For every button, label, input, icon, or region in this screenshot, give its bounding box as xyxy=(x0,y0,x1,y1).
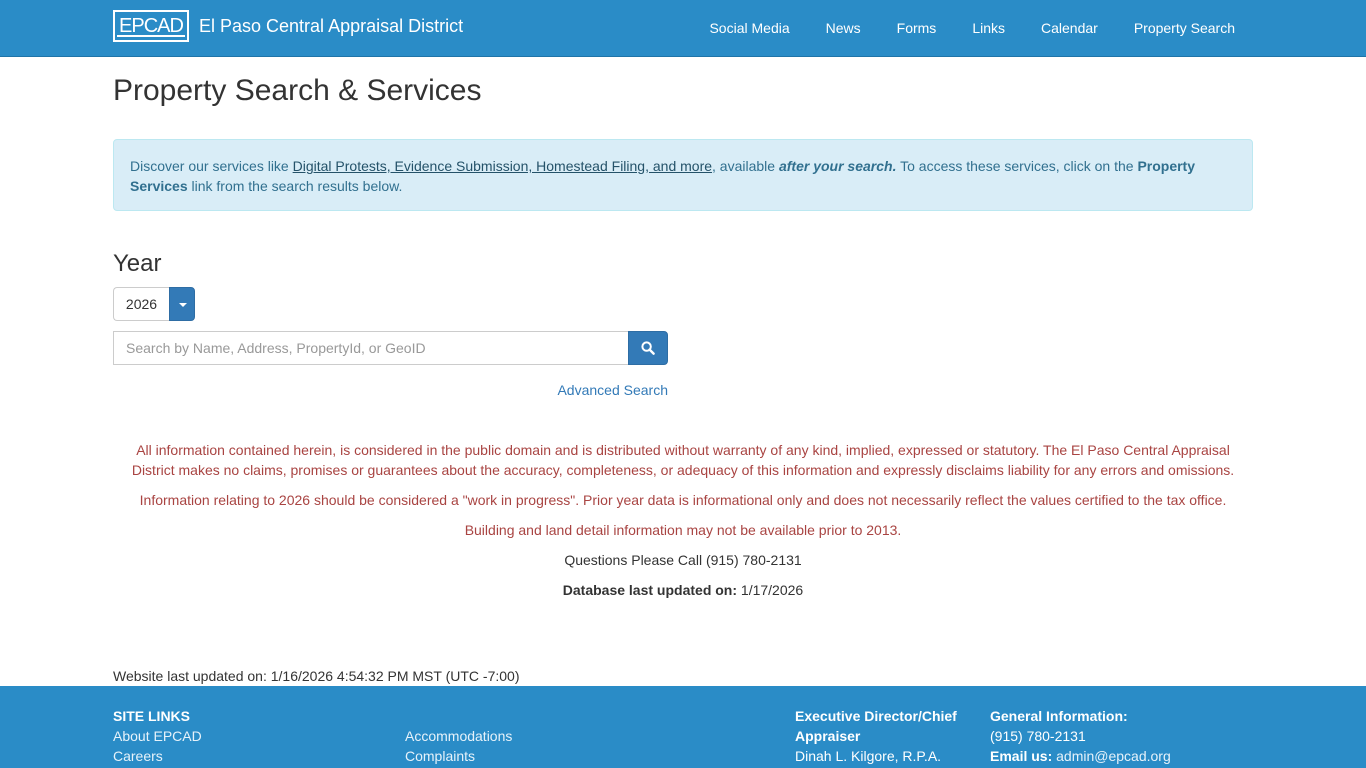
questions-phone: Questions Please Call (915) 780-2131 xyxy=(564,552,802,568)
nav-property-search[interactable]: Property Search xyxy=(1116,0,1253,56)
nav-calendar[interactable]: Calendar xyxy=(1023,0,1116,56)
exec-name: Dinah L. Kilgore, R.P.A. xyxy=(795,748,942,764)
services-info-alert: Discover our services like Digital Prote… xyxy=(113,139,1253,211)
caret-down-icon xyxy=(179,303,187,307)
email-link[interactable]: admin@epcad.org xyxy=(1056,748,1171,764)
nav-links[interactable]: Links xyxy=(954,0,1023,56)
exec-header-1: Executive Director/Chief xyxy=(795,708,957,724)
alert-emphasis: after your search. xyxy=(778,158,897,174)
nav-news[interactable]: News xyxy=(808,0,879,56)
alert-text-4: link from the search results below. xyxy=(187,178,403,194)
footer-link-accommodations[interactable]: Accommodations xyxy=(405,726,512,746)
alert-text-3: To access these services, click on the xyxy=(896,158,1138,174)
site-title: El Paso Central Appraisal District xyxy=(199,15,464,36)
footer-general-info: General Information: (915) 780-2131 Emai… xyxy=(990,706,1171,766)
top-navbar: EPCAD El Paso Central Appraisal District… xyxy=(0,0,1366,57)
db-updated-label: Database last updated on: xyxy=(562,582,738,598)
main-nav: Social Media News Forms Links Calendar P… xyxy=(691,0,1253,56)
footer-link-about[interactable]: About EPCAD xyxy=(113,726,202,746)
nav-social-media[interactable]: Social Media xyxy=(691,0,807,56)
year-value[interactable]: 2026 xyxy=(113,287,169,321)
nav-forms[interactable]: Forms xyxy=(879,0,955,56)
year-select[interactable]: 2026 xyxy=(113,287,195,321)
year-dropdown-button[interactable] xyxy=(169,287,195,321)
building-detail-notice: Building and land detail information may… xyxy=(464,522,902,538)
brand[interactable]: EPCAD El Paso Central Appraisal District xyxy=(113,10,463,42)
logo-text: EPCAD xyxy=(119,15,184,37)
footer-site-links: SITE LINKS About EPCAD Careers xyxy=(113,706,202,766)
general-info-header: General Information: xyxy=(990,708,1128,724)
footer: SITE LINKS About EPCAD Careers Accommoda… xyxy=(0,686,1366,768)
footer-executive: Executive Director/Chief Appraiser Dinah… xyxy=(795,706,957,766)
website-updated: Website last updated on: 1/16/2026 4:54:… xyxy=(113,668,520,684)
page-title: Property Search & Services xyxy=(113,74,482,107)
public-domain-disclaimer: All information contained herein, is con… xyxy=(131,442,1235,478)
email-line: Email us: admin@epcad.org xyxy=(990,746,1171,766)
database-updated: Database last updated on: 1/17/2026 xyxy=(113,580,1253,600)
site-links-header: SITE LINKS xyxy=(113,708,191,724)
alert-text-1: Discover our services like xyxy=(130,158,293,174)
work-in-progress-notice: Information relating to 2026 should be c… xyxy=(139,492,1227,508)
search-icon xyxy=(641,341,655,355)
general-phone: (915) 780-2131 xyxy=(990,728,1086,744)
footer-site-links-col2: Accommodations Complaints xyxy=(405,726,512,766)
services-link[interactable]: Digital Protests, Evidence Submission, H… xyxy=(293,158,712,174)
search-input[interactable] xyxy=(113,331,628,365)
epcad-logo: EPCAD xyxy=(113,10,189,42)
year-label: Year xyxy=(113,250,162,277)
search-group xyxy=(113,331,668,365)
alert-text-2: , available xyxy=(712,158,779,174)
search-button[interactable] xyxy=(628,331,668,365)
db-updated-value: 1/17/2026 xyxy=(740,582,804,598)
email-label: Email us: xyxy=(990,748,1053,764)
advanced-search-link[interactable]: Advanced Search xyxy=(113,382,668,398)
footer-link-complaints[interactable]: Complaints xyxy=(405,746,512,766)
exec-header-2: Appraiser xyxy=(795,728,861,744)
footer-link-careers[interactable]: Careers xyxy=(113,746,202,766)
